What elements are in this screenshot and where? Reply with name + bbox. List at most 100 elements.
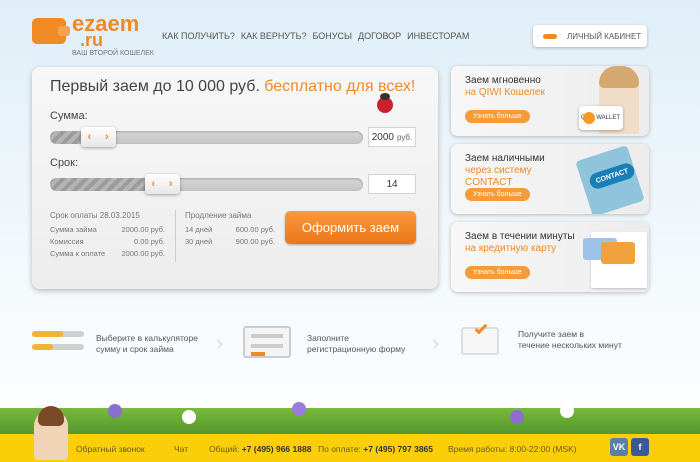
summary-value: 0.00 руб. [134, 237, 165, 246]
flower-icon [182, 410, 196, 424]
support-operator-avatar [34, 406, 68, 460]
extension-row: 14 дней 600.00 руб. [185, 224, 275, 236]
personal-account-button[interactable]: ЛИЧНЫЙ КАБИНЕТ [533, 25, 647, 47]
callback-link[interactable]: Обратный звонок [76, 444, 145, 454]
nav-contract[interactable]: ДОГОВОР [358, 31, 401, 41]
main-nav: КАК ПОЛУЧИТЬ? КАК ВЕРНУТЬ? БОНУСЫ ДОГОВО… [162, 31, 469, 41]
due-date-text: Срок оплаты 28.03.2015 [50, 211, 140, 220]
summary-value: 2000.00 руб. [121, 249, 166, 258]
sum-unit: руб. [396, 132, 413, 142]
promo-card-qiwi[interactable]: Заем мгновенно на QIWI Кошелек Узнать бол… [451, 66, 649, 136]
nav-how-to-get[interactable]: КАК ПОЛУЧИТЬ? [162, 31, 235, 41]
card-title-text: Заем наличными [465, 153, 545, 164]
facebook-icon[interactable]: f [631, 438, 649, 456]
contact-promo-image: CONTACT [569, 144, 649, 214]
card-title: Заем наличными через систему CONTACT [465, 153, 575, 189]
chevron-right-icon: › [216, 330, 224, 355]
working-hours: Время работы: 8:00-22:00 (MSK) [448, 444, 577, 454]
sum-label: Сумма: [50, 110, 88, 122]
extension-summary: Продление займа 14 дней 600.00 руб. 30 дн… [185, 210, 275, 248]
chat-link[interactable]: Чат [174, 444, 188, 454]
step-2: Заполните регистрационную форму [307, 333, 405, 355]
general-phone-label: Общий: [209, 444, 240, 454]
nav-bonuses[interactable]: БОНУСЫ [312, 31, 352, 41]
general-phone: Общий: +7 (495) 966 1888 [209, 444, 311, 454]
extension-row: 30 дней 900.00 руб. [185, 236, 275, 248]
step-text: течение нескольких минут [518, 340, 622, 350]
summary-key: Сумма займа [50, 225, 97, 234]
step-3: Получите заем в течение нескольких минут [518, 329, 622, 351]
chevron-right-icon: › [432, 330, 440, 355]
chevron-left-icon[interactable]: ‹ [87, 131, 91, 143]
personal-account-label: ЛИЧНЫЙ КАБИНЕТ [567, 31, 642, 41]
payment-phone-number: +7 (495) 797 3865 [363, 444, 434, 454]
term-value-field[interactable]: 14 [368, 174, 416, 194]
calculator-title: Первый заем до 10 000 руб. бесплатно для… [50, 78, 415, 96]
learn-more-button[interactable]: Узнать больше [465, 266, 530, 279]
chevron-left-icon[interactable]: ‹ [151, 178, 155, 190]
extension-title: Продление займа [185, 211, 252, 220]
card-title-text: Заем мгновенно [465, 75, 541, 86]
summary-row: Сумма к оплате 2000.00 руб. [50, 248, 165, 260]
step-text: регистрационную форму [307, 344, 406, 354]
sum-value-field[interactable]: 2000 руб. [368, 127, 416, 147]
step-text: Заполните [307, 333, 349, 343]
credit-card-promo-image [569, 222, 649, 292]
apply-loan-button[interactable]: Оформить заем [285, 211, 416, 244]
loan-summary: Срок оплаты 28.03.2015 Сумма займа 2000.0… [50, 210, 165, 260]
summary-value: 2000.00 руб. [121, 225, 166, 234]
term-slider-track[interactable] [50, 178, 363, 191]
card-title: Заем мгновенно на QIWI Кошелек [465, 75, 575, 99]
promo-card-contact[interactable]: Заем наличными через систему CONTACT Узна… [451, 144, 649, 214]
qiwi-icon [583, 112, 595, 124]
term-label: Срок: [50, 157, 79, 169]
flower-icon [510, 410, 524, 424]
general-phone-number: +7 (495) 966 1888 [241, 444, 312, 454]
card-title-text: Заем в течении минуты [465, 231, 575, 242]
payment-phone: По оплате: +7 (495) 797 3865 [318, 444, 433, 454]
step-text: Получите заем в [518, 329, 584, 339]
term-slider-handle[interactable]: ‹ › [144, 174, 180, 194]
flower-icon [560, 404, 574, 418]
nav-how-to-return[interactable]: КАК ВЕРНУТЬ? [241, 31, 307, 41]
summary-row: Комиссия 0.00 руб. [50, 236, 165, 248]
learn-more-button[interactable]: Узнать больше [465, 188, 530, 201]
extension-value: 600.00 руб. [235, 225, 275, 234]
flower-icon [108, 404, 122, 418]
monitor-form-icon [243, 326, 291, 358]
step-slider-icon [32, 344, 84, 350]
brand-tagline: ВАШ ВТОРОЙ КОШЕЛЕК [72, 50, 154, 57]
sum-value: 2000 [371, 131, 394, 143]
extension-key: 30 дней [185, 237, 213, 246]
wallet-logo-icon[interactable] [32, 18, 70, 44]
title-accent: бесплатно для всех! [264, 78, 416, 95]
key-icon [543, 33, 557, 39]
summary-key: Комиссия [50, 237, 84, 246]
ladybug-icon [377, 93, 393, 113]
extension-value: 900.00 руб. [235, 237, 275, 246]
promo-card-credit-card[interactable]: Заем в течении минуты на кредитную карту … [451, 222, 649, 292]
qiwi-promo-image: QIWI WALLET [569, 66, 649, 136]
card-accent-text: через систему CONTACT [465, 165, 532, 188]
title-main: Первый заем до 10 000 руб. [50, 78, 260, 95]
nav-investors[interactable]: ИНВЕСТОРАМ [407, 31, 469, 41]
card-accent-text: на кредитную карту [465, 243, 557, 254]
summary-divider [175, 210, 176, 262]
learn-more-button[interactable]: Узнать больше [465, 110, 530, 123]
brand-domain: .ru [80, 30, 104, 50]
step-text: Выберите в калькуляторе [96, 333, 198, 343]
vk-icon[interactable]: VK [610, 438, 628, 456]
summary-key: Сумма к оплате [50, 249, 106, 258]
step-1: Выберите в калькуляторе сумму и срок займ… [96, 333, 198, 355]
summary-row: Сумма займа 2000.00 руб. [50, 224, 165, 236]
term-value: 14 [386, 178, 398, 190]
step-slider-icon [32, 331, 84, 337]
chevron-right-icon[interactable]: › [169, 178, 173, 190]
payment-phone-label: По оплате: [318, 444, 361, 454]
chevron-right-icon[interactable]: › [105, 131, 109, 143]
sum-slider-handle[interactable]: ‹ › [80, 127, 116, 147]
flower-icon [292, 402, 306, 416]
card-title: Заем в течении минуты на кредитную карту [465, 231, 575, 255]
step-text: сумму и срок займа [96, 344, 174, 354]
card-accent-text: на QIWI Кошелек [465, 87, 545, 98]
